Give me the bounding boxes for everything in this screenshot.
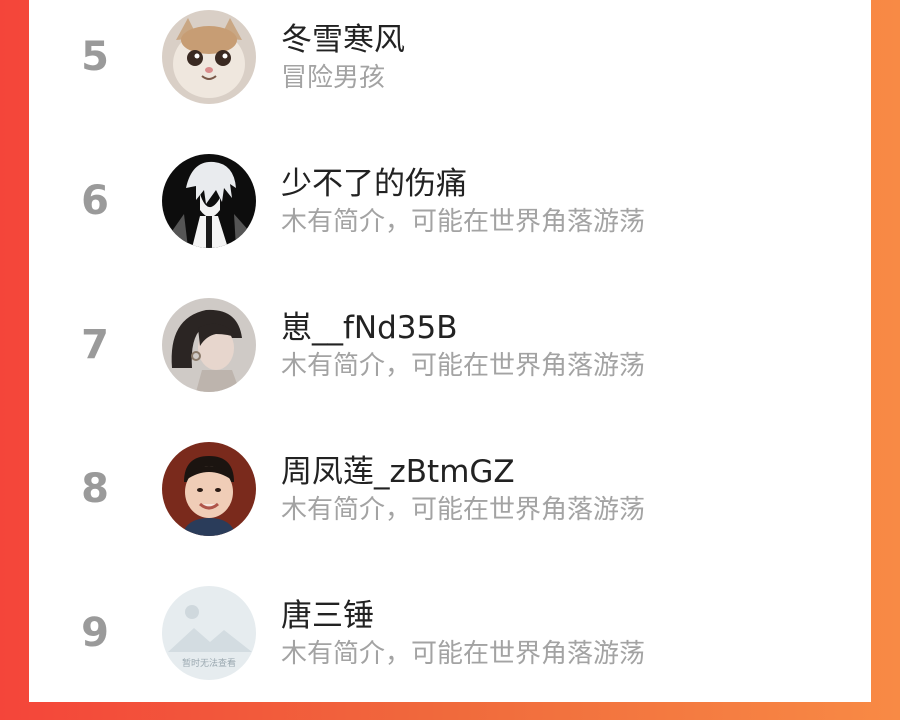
user-description: 木有简介，可能在世界角落游荡 xyxy=(281,207,646,237)
list-item[interactable]: 7 崽__fNd35B 木有简介，可能在世界角落游荡 xyxy=(29,288,871,432)
list-item[interactable]: 8 周凤莲_zBtmGZ 木有简介，可能在世界角落游荡 xyxy=(29,432,871,576)
user-description: 木有简介，可能在世界角落游荡 xyxy=(281,351,646,381)
list-item[interactable]: 5 冬雪寒风 冒险男孩 xyxy=(29,0,871,144)
ranking-list-card: 5 冬雪寒风 冒险男孩 6 少不了的伤痛 木有简介，可能在世界角落游荡 7 崽_… xyxy=(29,0,871,702)
child-avatar-icon[interactable] xyxy=(162,442,256,536)
user-name[interactable]: 少不了的伤痛 xyxy=(281,158,467,203)
user-name[interactable]: 冬雪寒风 xyxy=(281,14,405,59)
user-description: 冒险男孩 xyxy=(281,63,386,93)
list-item[interactable]: 6 少不了的伤痛 木有简介，可能在世界角落游荡 xyxy=(29,144,871,288)
rank-number: 7 xyxy=(81,322,109,368)
girl-avatar-icon[interactable] xyxy=(162,298,256,392)
user-description: 木有简介，可能在世界角落游荡 xyxy=(281,639,646,669)
rank-number: 9 xyxy=(81,610,109,656)
image-unavailable-icon[interactable]: 暂时无法查看 xyxy=(162,586,256,680)
user-name[interactable]: 周凤莲_zBtmGZ xyxy=(281,446,515,491)
cat-avatar-icon[interactable] xyxy=(162,10,256,104)
rank-number: 6 xyxy=(81,178,109,224)
avatar-caption: 暂时无法查看 xyxy=(182,657,236,669)
rank-number: 5 xyxy=(81,34,109,80)
list-item[interactable]: 9 暂时无法查看 唐三锤 木有简介，可能在世界角落游荡 xyxy=(29,576,871,720)
anime-boy-avatar-icon[interactable] xyxy=(162,154,256,248)
rank-number: 8 xyxy=(81,466,109,512)
user-name[interactable]: 唐三锤 xyxy=(281,590,374,635)
user-description: 木有简介，可能在世界角落游荡 xyxy=(281,495,646,525)
user-name[interactable]: 崽__fNd35B xyxy=(281,302,458,347)
